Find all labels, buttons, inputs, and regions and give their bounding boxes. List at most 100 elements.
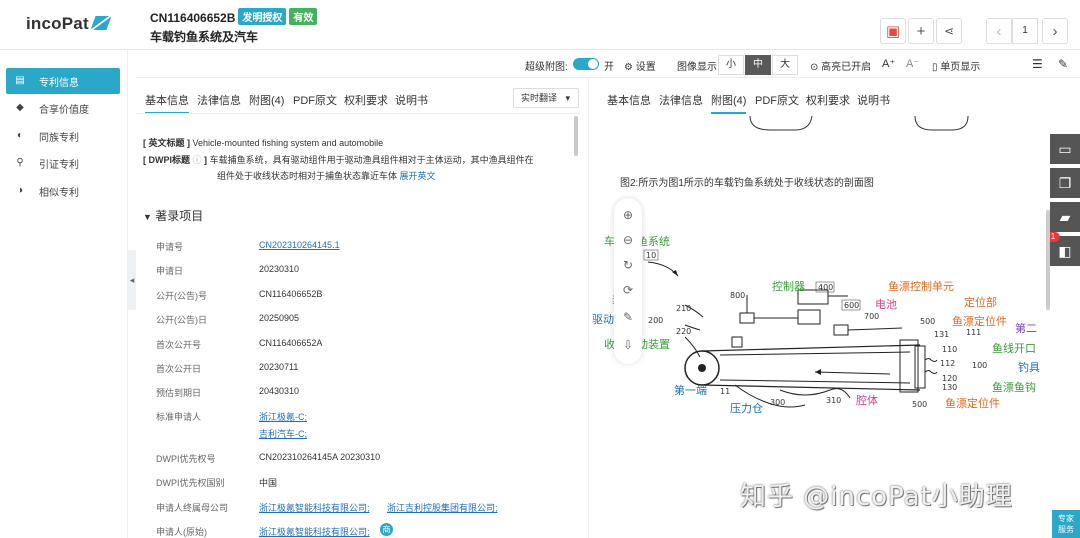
- applicant-link[interactable]: 吉利汽车-C;: [259, 427, 307, 440]
- toggle-on-label: 开: [604, 62, 614, 73]
- tab-legal-info[interactable]: 法律信息: [197, 92, 241, 108]
- figure-shape: [924, 358, 938, 362]
- super-figure-toggle[interactable]: [573, 58, 599, 70]
- field-value: 20250905: [259, 313, 300, 323]
- figure-shape: [739, 312, 755, 324]
- settings-label: 设置: [635, 62, 656, 73]
- sidebar-item-value[interactable]: ◆ 合享价值度: [6, 95, 120, 121]
- tab-claims-right[interactable]: 权利要求: [806, 92, 850, 108]
- font-decrease-button[interactable]: A⁻: [906, 57, 919, 70]
- dwpi-title-line2: 组件处于收线状态时相对于捕鱼状态靠近车体: [217, 171, 398, 181]
- logo-text: incoPat: [26, 14, 89, 33]
- tab-basic-info-right[interactable]: 基本信息: [607, 92, 651, 108]
- tab-description[interactable]: 说明书: [395, 92, 428, 108]
- label-pressure: 压力仓: [730, 401, 763, 415]
- download-icon[interactable]: ⇩: [621, 338, 635, 352]
- figure-shape: [797, 309, 821, 325]
- edit-icon[interactable]: ✎: [1058, 57, 1068, 71]
- tab-pdf-right[interactable]: PDF原文: [755, 92, 799, 108]
- pin-icon: ⊙: [810, 62, 819, 73]
- biblio-heading[interactable]: ▼ 著录项目: [143, 207, 203, 224]
- english-title-value: Vehicle-mounted fishing system and autom…: [192, 138, 384, 148]
- application-number-link[interactable]: CN202310264145.1: [259, 240, 340, 250]
- sidebar-item-label: 引证专利: [39, 159, 79, 171]
- right-scrollbar[interactable]: [1046, 210, 1050, 310]
- copy-icon[interactable]: ❐: [1050, 168, 1080, 198]
- page-number-input[interactable]: 1: [1012, 18, 1038, 44]
- field-value: 中国: [259, 478, 278, 488]
- tab-basic-info[interactable]: 基本信息: [145, 92, 189, 114]
- patent-figure-diagram[interactable]: 车载钓鱼系统 10 控制器 400 鱼漂控制单元 电池 600 定位部 鱼漂定位…: [590, 200, 1050, 430]
- zoom-in-icon[interactable]: ⊕: [621, 208, 635, 222]
- label-num-310: 310: [826, 396, 841, 405]
- highlight-button[interactable]: ⊙ 高亮已开启: [810, 58, 871, 73]
- sidebar-item-citation[interactable]: ⚲ 引证专利: [6, 150, 120, 176]
- tab-pdf[interactable]: PDF原文: [293, 92, 337, 108]
- sidebar-collapse-handle[interactable]: ◂: [128, 250, 136, 310]
- figure-shape: [719, 379, 911, 384]
- tab-description-right[interactable]: 说明书: [857, 92, 890, 108]
- sidebar-item-label: 专利信息: [39, 77, 79, 89]
- expand-english-link[interactable]: 展开英文: [400, 171, 436, 181]
- diamond-icon: ◆: [16, 102, 24, 113]
- label-controller: 控制器: [772, 279, 805, 293]
- toggle-icon: ◐: [16, 130, 24, 141]
- field-label: 预估到期日: [156, 388, 202, 398]
- field-label: 首次公开日: [156, 364, 202, 374]
- parent-company-link[interactable]: 浙江极氪智能科技有限公司;: [259, 501, 370, 514]
- font-increase-button[interactable]: A⁺: [882, 57, 895, 70]
- original-applicant-link[interactable]: 浙江极氪智能科技有限公司;: [259, 525, 370, 538]
- tab-claims[interactable]: 权利要求: [344, 92, 388, 108]
- label-num-10: 10: [646, 251, 656, 260]
- add-icon[interactable]: +: [908, 18, 934, 44]
- field-label: 首次公开号: [156, 340, 202, 350]
- field-value: CN116406652A: [259, 338, 323, 348]
- figure-shape: [698, 364, 706, 372]
- figure-shape: [847, 327, 903, 331]
- info-icon: ⓘ: [192, 155, 202, 165]
- tab-figures[interactable]: 附图(4): [249, 92, 284, 108]
- tab-figures-right[interactable]: 附图(4): [711, 92, 747, 114]
- edit-figure-icon[interactable]: ✎: [621, 310, 635, 324]
- commerce-tag[interactable]: 商: [380, 523, 393, 536]
- label-drive: 驱动: [592, 313, 614, 326]
- expert-service-button[interactable]: 专家 服务: [1052, 510, 1080, 538]
- single-page-button[interactable]: ▯ 单页显示: [932, 58, 980, 73]
- sidebar-item-family[interactable]: ◐ 同族专利: [6, 123, 120, 149]
- label-num-11: 11: [720, 387, 730, 396]
- size-small-button[interactable]: 小: [718, 55, 744, 75]
- share-icon[interactable]: ⋖: [936, 18, 962, 44]
- rotate-icon[interactable]: ↻: [621, 258, 635, 272]
- field-value: CN116406652B: [259, 289, 323, 299]
- english-title-label: [ 英文标题 ]: [143, 138, 190, 148]
- sidebar-item-label: 相似专利: [39, 187, 79, 199]
- size-large-button[interactable]: 大: [772, 55, 798, 75]
- sidebar-item-similar[interactable]: ◑ 相似专利: [6, 178, 120, 204]
- zoom-out-icon[interactable]: ⊖: [621, 233, 635, 247]
- settings-button[interactable]: ⚙ 设置: [624, 58, 656, 73]
- tab-legal-info-right[interactable]: 法律信息: [659, 92, 703, 108]
- translate-dropdown[interactable]: 实时翻译 ▾: [513, 88, 579, 108]
- list-icon[interactable]: ☰: [1032, 57, 1043, 71]
- parent-company-link[interactable]: 浙江吉利控股集团有限公司;: [387, 501, 498, 514]
- next-page-button[interactable]: ›: [1042, 18, 1068, 44]
- figure-shape: [814, 371, 891, 375]
- size-medium-button[interactable]: 中: [745, 55, 771, 75]
- prev-page-button[interactable]: ‹: [986, 18, 1012, 44]
- sidebar-item-patent-info[interactable]: ▤ 专利信息: [6, 68, 120, 94]
- folder-icon[interactable]: ▰: [1050, 202, 1080, 232]
- pdf-icon[interactable]: ▣: [880, 18, 906, 44]
- patent-number: CN116406652B 发明授权 有效: [150, 8, 318, 25]
- reset-icon[interactable]: ⟳: [621, 283, 635, 297]
- page-icon: ▯: [932, 62, 938, 73]
- save-icon[interactable]: ▭: [1050, 134, 1080, 164]
- left-scrollbar[interactable]: [574, 116, 578, 156]
- applicant-link[interactable]: 浙江极氪-C;: [259, 410, 307, 423]
- incopat-logo[interactable]: incoPat: [26, 14, 112, 34]
- figure-shape: [815, 369, 821, 375]
- field-value: 20230310: [259, 264, 300, 274]
- panel-divider[interactable]: [588, 78, 589, 538]
- single-page-label: 单页显示: [940, 62, 981, 73]
- label-num-120: 120: [942, 374, 957, 383]
- toggle-icon: ◑: [16, 185, 24, 196]
